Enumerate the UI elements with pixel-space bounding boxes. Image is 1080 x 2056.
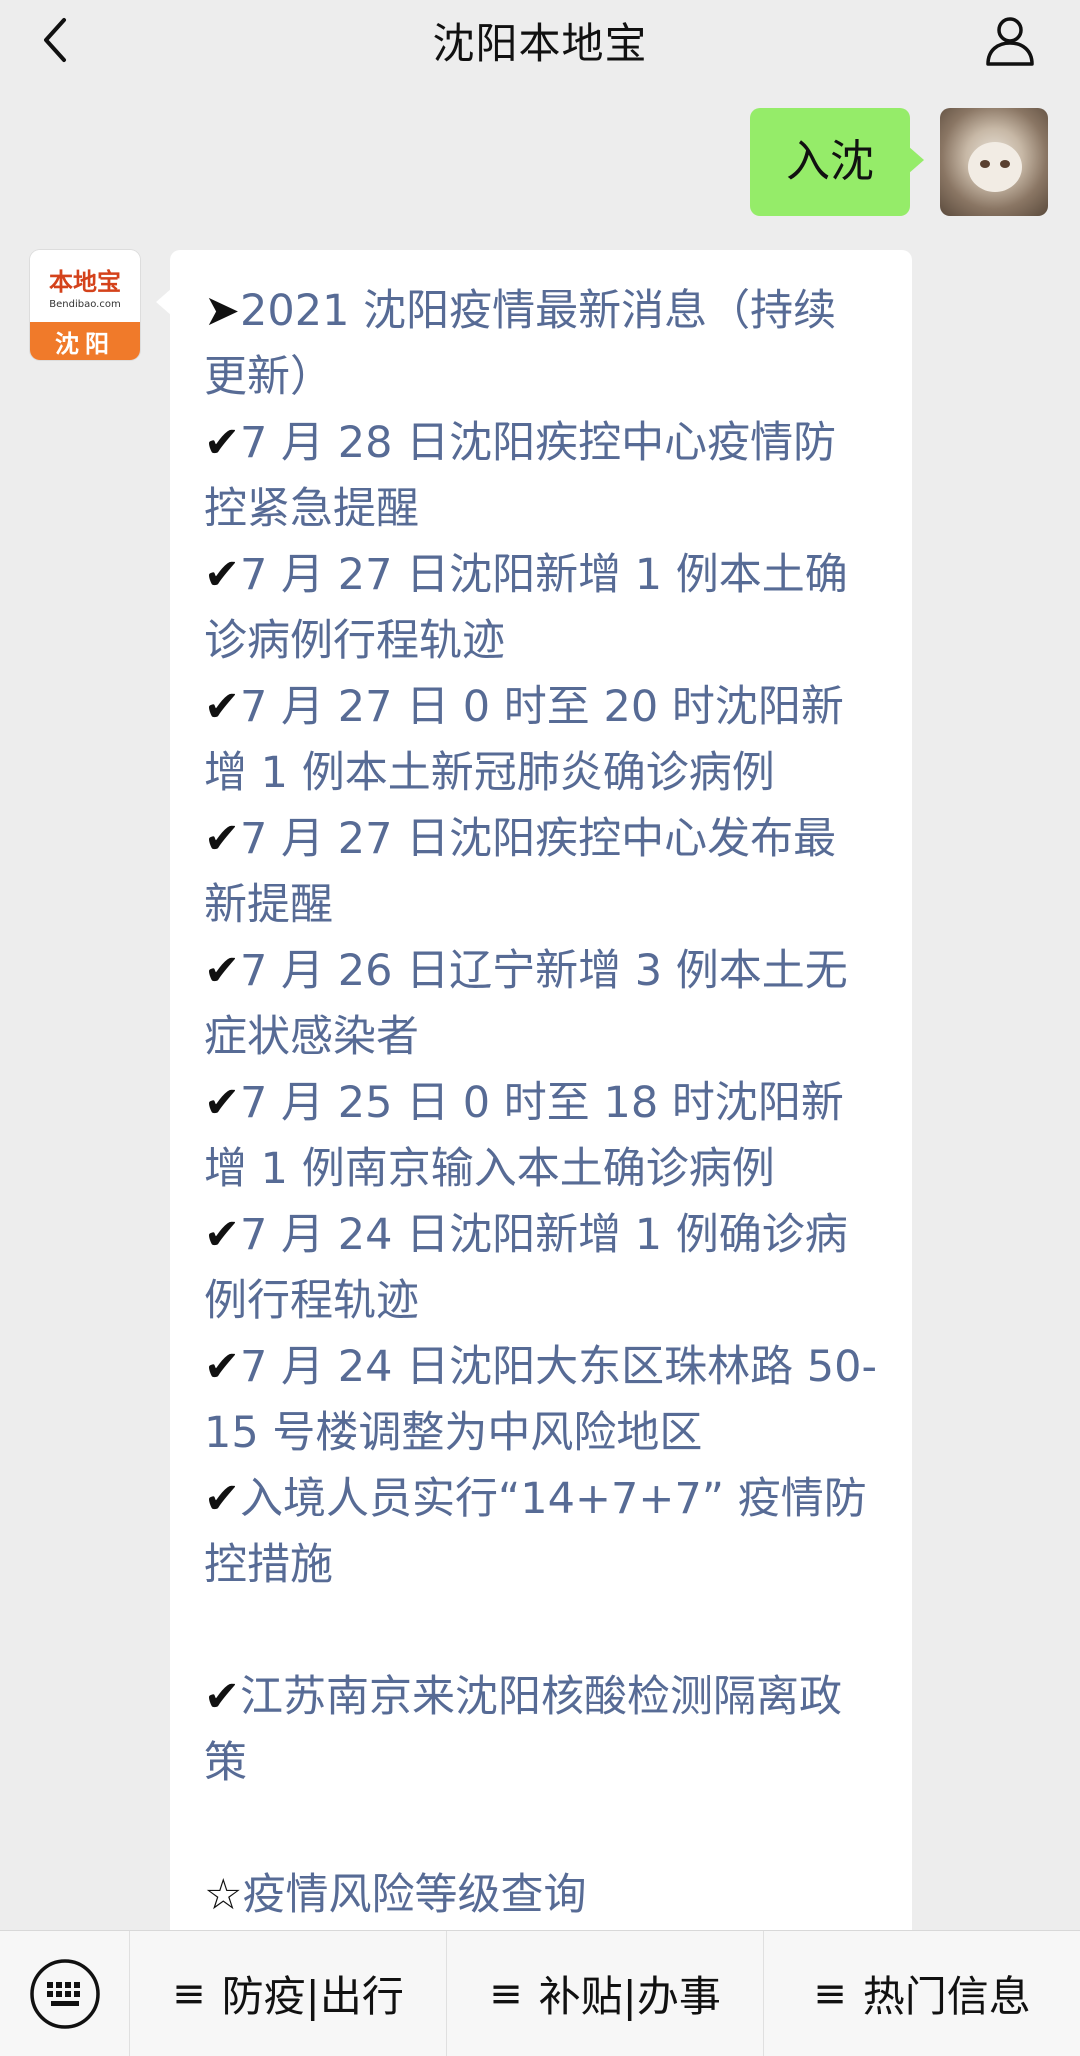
profile-button[interactable] [980,10,1040,70]
keyboard-toggle-button[interactable] [0,1930,130,2056]
hamburger-icon: ≡ [813,1970,847,2017]
menu-item-subsidy-affairs[interactable]: ≡ 补贴|办事 [447,1930,764,2056]
message-link[interactable]: ➤2021 沈阳疫情最新消息（持续更新） [204,278,878,410]
chat-screen: 沈阳本地宝 入沈 本地宝 Bendibao.com 沈阳 ➤2021 沈阳疫情最… [0,0,1080,2056]
checkmark-icon: ✔ [204,682,241,732]
message-link-text: 疫情风险等级查询 [242,1870,587,1920]
message-link[interactable]: ☆疫情风险等级查询 [204,1862,878,1928]
checkmark-icon: ✔ [204,1210,241,1260]
message-link[interactable]: ✔7 月 28 日沈阳疾控中心疫情防控紧急提醒 [204,410,878,542]
checkmark-icon: ✔ [204,1342,241,1392]
user-avatar[interactable] [940,108,1048,216]
message-link[interactable]: ✔7 月 27 日沈阳新增 1 例本土确诊病例行程轨迹 [204,542,878,674]
message-link-text: 2021 沈阳疫情最新消息（持续更新） [204,286,837,402]
arrow-icon: ➤ [204,286,241,336]
page-title: 沈阳本地宝 [432,18,648,68]
brand-avatar[interactable]: 本地宝 Bendibao.com 沈阳 [30,250,140,360]
message-link[interactable]: ✔江苏南京来沈阳核酸检测隔离政策 [204,1664,878,1796]
keyboard-icon [29,1958,100,2029]
star-icon: ☆ [204,1870,243,1920]
brand-logo-text: 本地宝 [49,267,121,296]
message-link-text: 7 月 27 日沈阳疾控中心发布最新提醒 [204,814,837,930]
message-link-text: 7 月 28 日沈阳疾控中心疫情防控紧急提醒 [204,418,837,534]
message-link[interactable]: ✔7 月 24 日沈阳新增 1 例确诊病例行程轨迹 [204,1202,878,1334]
menu-item-hot-info[interactable]: ≡ 热门信息 [764,1931,1080,2056]
hamburger-icon: ≡ [172,1970,206,2017]
checkmark-icon: ✔ [204,418,241,468]
message-link[interactable]: ✔7 月 25 日 0 时至 18 时沈阳新增 1 例南京输入本土确诊病例 [204,1070,878,1202]
brand-logo: 本地宝 Bendibao.com [30,250,140,322]
chevron-left-icon [44,18,66,62]
message-link-text: 7 月 27 日 0 时至 20 时沈阳新增 1 例本土新冠肺炎确诊病例 [204,682,844,798]
message-link[interactable]: ✔7 月 26 日辽宁新增 3 例本土无症状感染者 [204,938,878,1070]
message-link-text: 7 月 25 日 0 时至 18 时沈阳新增 1 例南京输入本土确诊病例 [204,1078,844,1194]
outgoing-message-bubble[interactable]: 入沈 [750,108,924,216]
brand-city: 沈阳 [30,322,140,360]
person-icon [986,17,1034,66]
menu-item-label: 热门信息 [862,1972,1031,2021]
avatar-face [968,142,1022,192]
avatar-eye [980,160,990,168]
message-link[interactable]: ✔入境人员实行“14+7+7” 疫情防控措施 [204,1466,878,1598]
outgoing-message-row: 入沈 [750,108,1048,216]
checkmark-icon: ✔ [204,1078,241,1128]
menu-item-epidemic-travel[interactable]: ≡ 防疫|出行 [130,1930,447,2056]
checkmark-icon: ✔ [204,814,241,864]
incoming-message-bubble: ➤2021 沈阳疫情最新消息（持续更新） ✔7 月 28 日沈阳疾控中心疫情防控… [156,250,912,1940]
message-link-text: 7 月 24 日沈阳大东区珠林路 50-15 号楼调整为中风险地区 [204,1342,878,1458]
message-link[interactable]: ✔7 月 24 日沈阳大东区珠林路 50-15 号楼调整为中风险地区 [204,1334,878,1466]
hamburger-icon: ≡ [489,1970,523,2017]
bottom-menu-bar: ≡ 防疫|出行 ≡ 补贴|办事 ≡ 热门信息 [0,1930,1080,2056]
message-link-text: 7 月 24 日沈阳新增 1 例确诊病例行程轨迹 [204,1210,848,1326]
message-link[interactable]: ✔7 月 27 日 0 时至 20 时沈阳新增 1 例本土新冠肺炎确诊病例 [204,674,878,806]
avatar-eye [1000,160,1010,168]
back-button[interactable] [30,12,80,68]
top-bar: 沈阳本地宝 [0,0,1080,80]
checkmark-icon: ✔ [204,1672,241,1722]
message-link-text: 7 月 27 日沈阳新增 1 例本土确诊病例行程轨迹 [204,550,848,666]
message-link-text: 7 月 26 日辽宁新增 3 例本土无症状感染者 [204,946,848,1062]
menu-item-label: 防疫|出行 [221,1972,404,2021]
message-link[interactable]: ✔7 月 27 日沈阳疾控中心发布最新提醒 [204,806,878,938]
message-link-text: 江苏南京来沈阳核酸检测隔离政策 [204,1672,843,1788]
checkmark-icon: ✔ [204,1474,241,1524]
brand-domain: Bendibao.com [49,299,121,310]
checkmark-icon: ✔ [204,946,241,996]
checkmark-icon: ✔ [204,550,241,600]
message-link-text: 入境人员实行“14+7+7” 疫情防控措施 [204,1474,867,1590]
menu-item-label: 补贴|办事 [538,1972,721,2021]
